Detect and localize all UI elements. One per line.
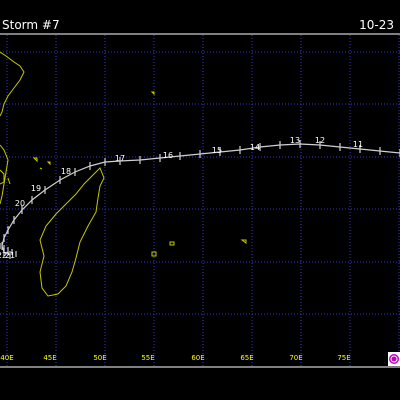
- longitude-label: 60E: [191, 354, 204, 362]
- track-day-label: 19: [31, 184, 41, 193]
- longitude-label: 45E: [43, 354, 56, 362]
- copyright-badge-icon: [388, 352, 400, 366]
- longitude-label: 50E: [93, 354, 106, 362]
- track-day-label: 12: [315, 136, 325, 145]
- longitude-label: 75E: [337, 354, 350, 362]
- longitude-label: 70E: [289, 354, 302, 362]
- storm-title: Storm #7: [2, 18, 60, 32]
- track-day-label: 20: [15, 199, 25, 208]
- track-day-label: 14: [250, 143, 260, 152]
- storm-date: 10-23: [359, 18, 394, 32]
- longitude-label: 65E: [240, 354, 253, 362]
- track-day-label: 15: [212, 146, 222, 155]
- map-background: [0, 0, 400, 400]
- track-day-label: 16: [163, 151, 173, 160]
- longitude-label: 55E: [141, 354, 154, 362]
- track-day-label: 18: [61, 167, 71, 176]
- longitude-label: 40E: [0, 354, 13, 362]
- track-day-label: 22: [0, 251, 7, 260]
- track-day-label: 17: [115, 154, 125, 163]
- track-day-label: 13: [290, 136, 300, 145]
- track-day-label: 11: [353, 140, 363, 149]
- storm-track-map: 131211141516171819202122 40E45E50E55E60E…: [0, 0, 400, 400]
